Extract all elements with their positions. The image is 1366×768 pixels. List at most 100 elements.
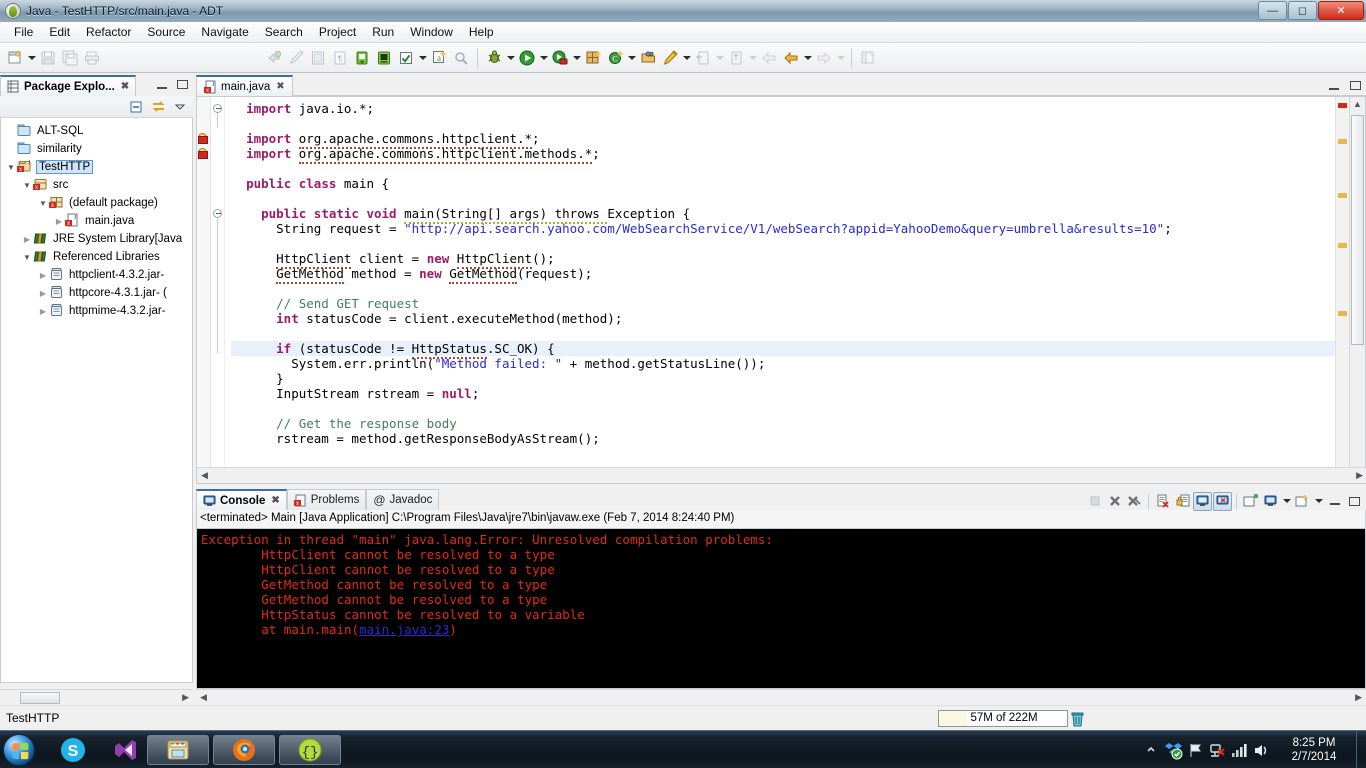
check-dropdown-icon[interactable] xyxy=(417,47,428,69)
menu-run[interactable]: Run xyxy=(364,22,402,42)
next-annotation-icon[interactable] xyxy=(725,47,747,69)
collapse-arrow-icon[interactable]: ▶ xyxy=(37,289,49,298)
coverage-icon[interactable] xyxy=(549,47,571,69)
file-explorer-icon[interactable] xyxy=(147,735,209,765)
maximize-icon[interactable] xyxy=(1345,492,1364,511)
tree-item-jre-system-library[interactable]: ▶JRE System Library [Java xyxy=(1,230,192,248)
new-xml-file-icon[interactable]: ¶ xyxy=(329,47,351,69)
firefox-icon[interactable] xyxy=(213,735,275,765)
taskbar-clock[interactable]: 8:25 PM 2/7/2014 xyxy=(1272,736,1356,764)
lint-warnings-icon[interactable] xyxy=(285,47,307,69)
tab-package-explorer[interactable]: Package Explo... ✖ xyxy=(0,75,136,96)
android-avd-manager-icon[interactable] xyxy=(373,47,395,69)
pencil-dropdown-icon[interactable] xyxy=(681,47,692,69)
dropbox-icon[interactable] xyxy=(1162,731,1184,768)
show-hidden-icons-icon[interactable] xyxy=(1140,731,1162,768)
skype-icon[interactable]: S xyxy=(55,734,91,766)
tab-javadoc[interactable]: @ Javadoc xyxy=(366,489,439,510)
collapse-arrow-icon[interactable]: ▶ xyxy=(53,217,65,226)
editor-overview-ruler[interactable] xyxy=(1335,97,1349,483)
console-view-dropdown-icon[interactable] xyxy=(1281,490,1292,512)
coverage-dropdown-icon[interactable] xyxy=(571,47,582,69)
tree-item-alt-sql[interactable]: ALT-SQL xyxy=(1,122,192,140)
eclipse-icon[interactable]: {} xyxy=(279,735,341,765)
editor-marker-ruler[interactable] xyxy=(197,97,211,483)
open-console-menu-icon[interactable] xyxy=(1293,492,1312,511)
minimize-icon[interactable] xyxy=(1325,77,1343,94)
package-explorer-tree[interactable]: ALT-SQLsimilarity▼JxTestHTTP▼xsrc▼x(defa… xyxy=(0,118,193,683)
clear-console-icon[interactable] xyxy=(1153,492,1172,511)
stack-trace-link[interactable]: main.java:23 xyxy=(359,622,449,637)
tree-item-httpclient-4-3-2-jar[interactable]: ▶httpclient-4.3.2.jar - xyxy=(1,266,192,284)
expand-arrow-icon[interactable]: ▼ xyxy=(5,163,17,172)
scroll-up-arrow-icon[interactable]: ▲ xyxy=(1353,99,1362,109)
search-icon[interactable] xyxy=(450,47,472,69)
close-icon[interactable]: ✖ xyxy=(276,81,284,92)
new-wizard-dropdown-icon[interactable] xyxy=(26,47,37,69)
package-explorer-hscrollbar[interactable]: ▶ xyxy=(0,689,193,705)
volume-mixer-icon[interactable] xyxy=(1228,731,1250,768)
collapse-arrow-icon[interactable]: ▶ xyxy=(21,235,33,244)
android-device-icon[interactable] xyxy=(351,47,373,69)
editor-horizontal-scrollbar[interactable]: ◀ ▶ xyxy=(197,467,1366,483)
show-desktop-button[interactable] xyxy=(1356,731,1366,768)
close-icon[interactable]: ✖ xyxy=(271,495,279,506)
tree-item-referenced-libraries[interactable]: ▼Referenced Libraries xyxy=(1,248,192,266)
next-annotation-dropdown-icon[interactable] xyxy=(747,47,758,69)
volume-icon[interactable] xyxy=(1250,731,1272,768)
back-dropdown-icon[interactable] xyxy=(802,47,813,69)
maximize-icon[interactable]: ◻ xyxy=(1288,1,1317,20)
save-all-icon[interactable] xyxy=(59,47,81,69)
tree-item-httpmime-4-3-2-jar[interactable]: ▶httpmime-4.3.2.jar - xyxy=(1,302,192,320)
tree-item-main-java[interactable]: ▶Jxmain.java xyxy=(1,212,192,230)
scroll-right-arrow-icon[interactable]: ▶ xyxy=(1356,470,1363,481)
open-perspective-icon[interactable] xyxy=(857,47,879,69)
tree-item-default-package[interactable]: ▼x(default package) xyxy=(1,194,192,212)
new-console-view-icon[interactable] xyxy=(1261,492,1280,511)
new-android-project-icon[interactable]: a xyxy=(428,47,450,69)
editor-code-area[interactable]: import java.io.*; import org.apache.comm… xyxy=(225,97,1335,483)
tree-item-src[interactable]: ▼xsrc xyxy=(1,176,192,194)
scroll-right-arrow-icon[interactable]: ▶ xyxy=(1355,692,1362,703)
maximize-icon[interactable] xyxy=(1346,77,1364,94)
tab-main-java[interactable]: Jx main.java ✖ xyxy=(196,75,293,96)
menu-navigate[interactable]: Navigate xyxy=(193,22,256,42)
windows-start-icon[interactable] xyxy=(3,734,35,766)
tree-item-similarity[interactable]: similarity xyxy=(1,140,192,158)
pencil-icon[interactable] xyxy=(659,47,681,69)
previous-annotation-dropdown-icon[interactable] xyxy=(714,47,725,69)
trash-icon[interactable] xyxy=(1070,710,1086,727)
minimize-icon[interactable] xyxy=(153,76,171,93)
menu-refactor[interactable]: Refactor xyxy=(78,22,139,42)
new-java-class-icon[interactable]: C xyxy=(604,47,626,69)
run-dropdown-icon[interactable] xyxy=(538,47,549,69)
previous-annotation-icon[interactable] xyxy=(692,47,714,69)
tab-problems[interactable]: x Problems xyxy=(287,489,367,510)
terminate-icon[interactable] xyxy=(1085,492,1104,511)
fold-collapse-icon[interactable] xyxy=(213,104,222,113)
open-console-icon[interactable] xyxy=(1241,492,1260,511)
new-class-dropdown-icon[interactable] xyxy=(626,47,637,69)
menu-file[interactable]: File xyxy=(6,22,41,42)
display-selected-console-icon[interactable] xyxy=(1213,492,1232,511)
heap-status-indicator[interactable]: 57M of 222M xyxy=(938,710,1068,727)
menu-search[interactable]: Search xyxy=(257,22,311,42)
minimize-icon[interactable]: — xyxy=(1258,1,1287,20)
action-center-icon[interactable] xyxy=(1184,731,1206,768)
tab-console[interactable]: Console ✖ xyxy=(196,489,287,510)
network-icon[interactable] xyxy=(1206,731,1228,768)
open-type-icon[interactable] xyxy=(637,47,659,69)
print-icon[interactable] xyxy=(81,47,103,69)
save-icon[interactable] xyxy=(37,47,59,69)
pin-console-icon[interactable] xyxy=(1193,492,1212,511)
forward-icon[interactable] xyxy=(813,47,835,69)
remove-launch-icon[interactable] xyxy=(1105,492,1124,511)
forward-dropdown-icon[interactable] xyxy=(835,47,846,69)
check-icon[interactable] xyxy=(395,47,417,69)
new-wizard-icon[interactable] xyxy=(4,47,26,69)
console-menu-dropdown-icon[interactable] xyxy=(1313,490,1324,512)
editor-folding-ruler[interactable] xyxy=(211,97,225,483)
collapse-all-icon[interactable] xyxy=(127,98,145,115)
scroll-left-arrow-icon[interactable]: ◀ xyxy=(201,470,208,481)
visual-studio-icon[interactable] xyxy=(107,734,143,766)
